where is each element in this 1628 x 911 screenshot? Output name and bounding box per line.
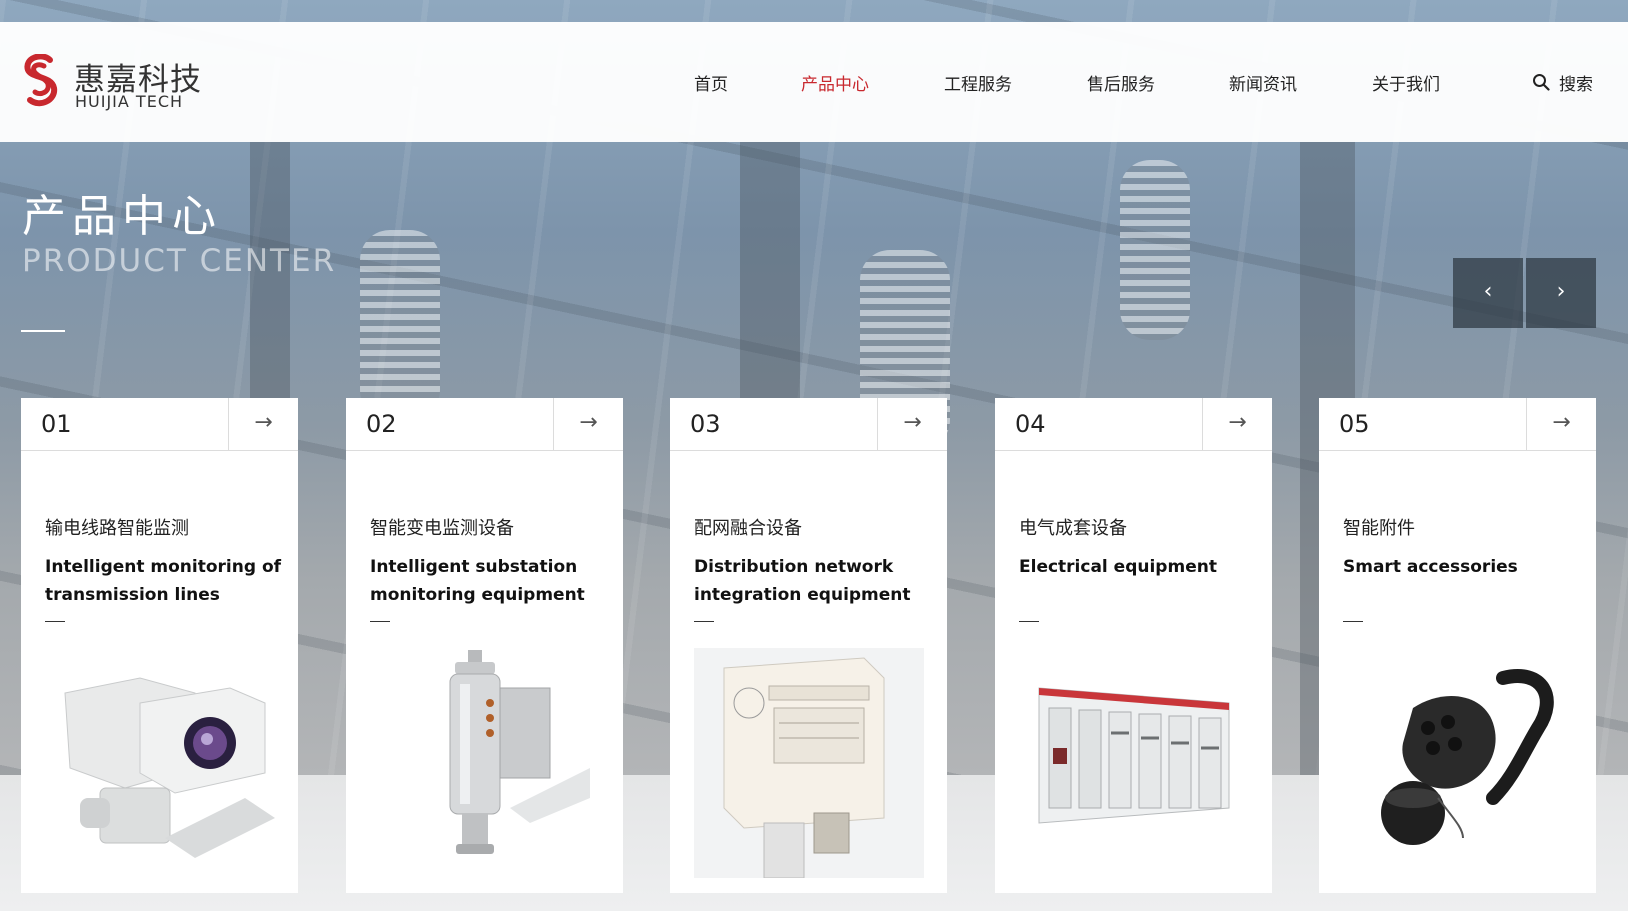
card-number: 05 [1339, 410, 1370, 438]
card-divider [370, 621, 390, 622]
search-label: 搜索 [1559, 75, 1593, 95]
card-title-cn: 电气成套设备 [1019, 518, 1127, 539]
nav-item-engineering[interactable]: 工程服务 [944, 70, 1012, 95]
card-divider [45, 621, 65, 622]
switchgear-image [1038, 687, 1230, 824]
title-divider [21, 330, 65, 332]
product-card[interactable]: 05 → 智能附件 Smart accessories [1319, 398, 1596, 893]
card-arrow-button[interactable]: → [228, 398, 298, 451]
chevron-left-icon: ‹ [1483, 279, 1493, 304]
prev-slide-button[interactable]: ‹ [1453, 258, 1523, 328]
card-arrow-button[interactable]: → [877, 398, 947, 451]
card-number: 01 [41, 410, 72, 438]
card-number: 02 [366, 410, 397, 438]
background-insulator [1120, 160, 1190, 340]
page-title: 产品中心 [22, 191, 222, 242]
nav-item-products[interactable]: 产品中心 [801, 70, 869, 95]
card-header: 04 → [995, 398, 1272, 451]
page-subtitle: PRODUCT CENTER [22, 243, 337, 279]
site-header: 惠嘉科技 HUIJIA TECH 首页 产品中心 工程服务 售后服务 新闻资讯 … [0, 22, 1628, 142]
card-divider [1019, 621, 1039, 622]
next-slide-button[interactable]: › [1526, 258, 1596, 328]
main-nav: 首页 产品中心 工程服务 售后服务 新闻资讯 关于我们 搜索 [0, 22, 1628, 142]
gas-sensor-image [449, 650, 590, 854]
nav-item-home[interactable]: 首页 [694, 70, 728, 95]
card-header: 01 → [21, 398, 298, 451]
card-header: 03 → [670, 398, 947, 451]
product-card[interactable]: 02 → 智能变电监测设备 Intelligent substation mon… [346, 398, 623, 893]
nav-item-after-sales[interactable]: 售后服务 [1087, 70, 1155, 95]
product-card[interactable]: 03 → 配网融合设备 Distribution network integra… [670, 398, 947, 893]
product-card[interactable]: 04 → 电气成套设备 Electrical equipment [995, 398, 1272, 893]
chevron-right-icon: › [1556, 279, 1566, 304]
arrow-right-icon: → [1552, 410, 1571, 435]
nav-item-news[interactable]: 新闻资讯 [1229, 70, 1297, 95]
card-arrow-button[interactable]: → [1526, 398, 1596, 451]
card-divider [694, 621, 714, 622]
card-title-en: Intelligent monitoring of transmission l… [45, 557, 282, 605]
card-title-cn: 输电线路智能监测 [45, 518, 189, 539]
arrow-right-icon: → [254, 410, 273, 435]
card-divider [1343, 621, 1363, 622]
card-title-en: Intelligent substation monitoring equipm… [370, 557, 585, 605]
card-header: 05 → [1319, 398, 1596, 451]
card-arrow-button[interactable]: → [1202, 398, 1272, 451]
background-insulator [360, 230, 440, 420]
card-title-cn: 智能附件 [1343, 518, 1415, 539]
terminal-unit-image [694, 648, 924, 878]
card-arrow-button[interactable]: → [553, 398, 623, 451]
charging-connector-image [1381, 669, 1554, 845]
ptz-camera-image [64, 677, 275, 858]
card-number: 04 [1015, 410, 1046, 438]
nav-item-about[interactable]: 关于我们 [1372, 70, 1440, 95]
card-title-en: Smart accessories [1343, 557, 1518, 577]
card-title-cn: 智能变电监测设备 [370, 518, 514, 539]
card-title-en: Electrical equipment [1019, 557, 1217, 577]
card-header: 02 → [346, 398, 623, 451]
card-title-en: Distribution network integration equipme… [694, 557, 911, 605]
arrow-right-icon: → [903, 410, 922, 435]
arrow-right-icon: → [1228, 410, 1247, 435]
card-title-cn: 配网融合设备 [694, 518, 802, 539]
card-number: 03 [690, 410, 721, 438]
product-card[interactable]: 01 → 输电线路智能监测 Intelligent monitoring of … [21, 398, 298, 893]
arrow-right-icon: → [579, 410, 598, 435]
search-icon [1533, 74, 1550, 91]
